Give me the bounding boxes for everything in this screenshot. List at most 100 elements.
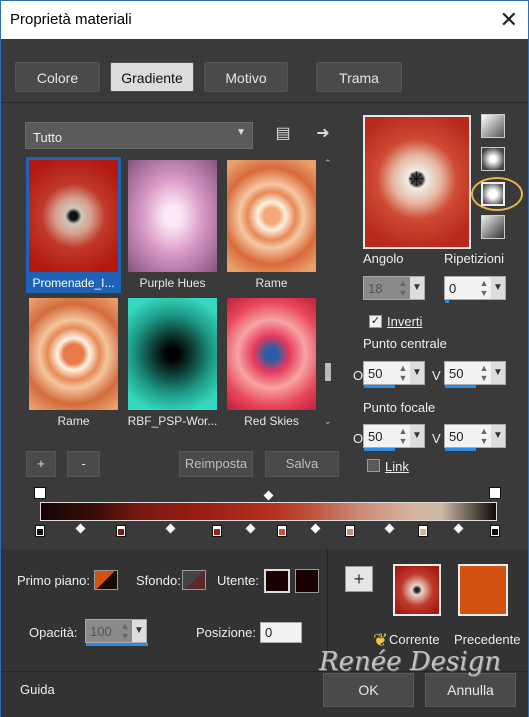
color-midpoint-handle[interactable] — [310, 523, 321, 534]
gradient-thumb[interactable]: RBF_PSP-Wor... — [125, 295, 220, 431]
foreground-swatch[interactable] — [94, 570, 118, 590]
color-stop-handle[interactable] — [116, 525, 126, 537]
rectangular-gradient-type-icon[interactable] — [481, 147, 505, 171]
gradient-preview-image — [227, 298, 316, 410]
add-gradient-button[interactable]: + — [26, 451, 56, 477]
user-swatch-1[interactable] — [264, 569, 290, 593]
tab-trama[interactable]: Trama — [316, 62, 402, 92]
repeats-input[interactable]: 0 ▲ ▼ ▼ — [444, 276, 506, 303]
position-label: Posizione: — [196, 625, 256, 640]
transparency-stop-handle[interactable] — [34, 487, 46, 499]
gradient-thumb[interactable]: Rame — [224, 157, 319, 293]
value-bar — [364, 385, 395, 388]
chevron-down-icon[interactable]: ▼ — [410, 362, 424, 384]
focal-h-input[interactable]: 50 ▲ ▼ ▼ — [363, 424, 425, 451]
link-label: Link — [385, 459, 409, 474]
previous-swatch[interactable] — [458, 564, 508, 616]
link-checkbox[interactable] — [367, 459, 380, 472]
help-link[interactable]: Guida — [20, 682, 55, 697]
gradient-thumb-label: RBF_PSP-Wor... — [127, 414, 218, 428]
scroll-down-icon[interactable]: ⌄ — [324, 416, 332, 427]
chevron-down-icon[interactable]: ▼ — [491, 277, 505, 299]
spin-updown-icon[interactable]: ▲ ▼ — [478, 278, 490, 298]
watermark: Renée Design — [319, 647, 502, 677]
gradient-thumb[interactable]: Promenade_I... — [26, 157, 121, 293]
background-swatch[interactable] — [182, 570, 206, 590]
save-button[interactable]: Salva — [265, 451, 339, 477]
chevron-down-icon[interactable]: ▼ — [491, 362, 505, 384]
color-stop-handle[interactable] — [35, 525, 45, 537]
sunburst-gradient-type-icon[interactable] — [481, 215, 505, 239]
chevron-down-icon[interactable]: ▼ — [410, 425, 424, 447]
linear-gradient-type-icon[interactable] — [481, 114, 505, 138]
spin-updown-icon[interactable]: ▲ ▼ — [397, 363, 409, 383]
color-stop-handle[interactable] — [345, 525, 355, 537]
remove-gradient-button[interactable]: - — [67, 451, 100, 477]
background-label: Sfondo: — [136, 573, 181, 588]
color-stop-handle[interactable] — [277, 525, 287, 537]
opacity-input[interactable]: 100 ▲ ▼ ▼ — [85, 619, 148, 646]
library-scrollbar[interactable]: ⌃ ⌄ — [322, 158, 334, 430]
gradient-thumb[interactable]: Rame — [26, 295, 121, 431]
gradient-thumb[interactable]: Red Skies — [224, 295, 319, 431]
spin-updown-icon[interactable]: ▲ ▼ — [397, 278, 409, 298]
title-bar: Proprietà materiali ✕ — [1, 1, 528, 39]
current-label: Corrente — [389, 632, 440, 647]
spin-updown-icon[interactable]: ▲ ▼ — [119, 621, 131, 641]
library-list-icon[interactable]: ▤ — [273, 124, 293, 144]
center-v-input[interactable]: 50 ▲ ▼ ▼ — [444, 361, 506, 388]
scrollbar-thumb[interactable] — [325, 363, 331, 381]
focal-v-input[interactable]: 50 ▲ ▼ ▼ — [444, 424, 506, 451]
bottom-panel: Primo piano: Sfondo: Utente: Opacità: 10… — [1, 549, 528, 717]
gradient-thumb[interactable]: Purple Hues — [125, 157, 220, 293]
gradient-thumb-label: Purple Hues — [139, 276, 206, 290]
transparency-stop-handle[interactable] — [489, 487, 501, 499]
current-swatch[interactable] — [393, 564, 441, 616]
angle-input[interactable]: 18 ▲ ▼ ▼ — [363, 276, 425, 300]
center-h-input[interactable]: 50 ▲ ▼ ▼ — [363, 361, 425, 388]
gradient-thumb-label: Promenade_I... — [32, 276, 115, 290]
add-to-swatches-button[interactable]: + — [345, 566, 373, 592]
focal-h-label: O — [353, 431, 364, 446]
reset-button[interactable]: Reimposta — [179, 451, 253, 477]
invert-checkbox[interactable]: ✓ — [369, 315, 382, 328]
window-title: Proprietà materiali — [10, 11, 132, 28]
library-filter-dropdown[interactable]: Tutto ▼ — [25, 122, 253, 149]
gradient-preview-image — [29, 160, 118, 272]
chevron-down-icon[interactable]: ▼ — [410, 277, 424, 299]
scroll-up-icon[interactable]: ⌃ — [324, 158, 332, 169]
invert-label: Inverti — [387, 314, 423, 329]
chevron-down-icon[interactable]: ▼ — [132, 620, 146, 642]
value-bar — [445, 300, 449, 303]
gradient-editor-bar[interactable] — [40, 502, 497, 521]
color-stop-handle[interactable] — [490, 525, 500, 537]
color-midpoint-handle[interactable] — [453, 523, 464, 534]
spin-updown-icon[interactable]: ▲ ▼ — [478, 426, 490, 446]
color-stop-handle[interactable] — [212, 525, 222, 537]
opacity-value: 100 — [90, 624, 112, 639]
color-stop-handle[interactable] — [418, 525, 428, 537]
cancel-button[interactable]: Annulla — [425, 673, 516, 707]
user-swatch-2[interactable] — [295, 569, 319, 593]
color-midpoint-handle[interactable] — [245, 523, 256, 534]
angle-label: Angolo — [363, 251, 404, 266]
ok-button[interactable]: OK — [323, 673, 414, 707]
arrow-right-icon[interactable]: ➜ — [313, 124, 333, 144]
tab-motivo[interactable]: Motivo — [204, 62, 288, 92]
tab-colore[interactable]: Colore — [15, 62, 100, 92]
gradient-preview[interactable]: ✳ — [363, 115, 471, 249]
position-input[interactable]: 0 — [260, 622, 302, 643]
transparency-midpoint-handle[interactable] — [263, 490, 274, 501]
gradient-thumb-label: Rame — [255, 276, 288, 290]
position-value: 0 — [265, 625, 273, 640]
chevron-down-icon[interactable]: ▼ — [491, 425, 505, 447]
color-midpoint-handle[interactable] — [165, 523, 176, 534]
close-icon[interactable]: ✕ — [500, 7, 518, 33]
gradient-thumb-label: Red Skies — [244, 414, 299, 428]
tab-gradiente[interactable]: Gradiente — [110, 62, 194, 92]
color-midpoint-handle[interactable] — [75, 523, 86, 534]
spin-updown-icon[interactable]: ▲ ▼ — [397, 426, 409, 446]
spin-updown-icon[interactable]: ▲ ▼ — [478, 363, 490, 383]
center-point-handle-icon[interactable]: ✳ — [408, 167, 425, 192]
color-midpoint-handle[interactable] — [384, 523, 395, 534]
